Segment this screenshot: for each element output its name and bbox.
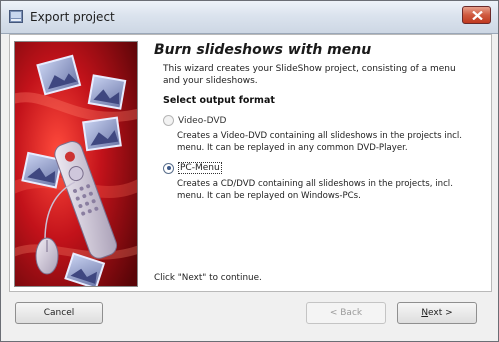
wizard-panel: Burn slideshows with menu This wizard cr… <box>9 34 492 292</box>
continue-hint: Click "Next" to continue. <box>154 273 262 283</box>
option-pc-menu[interactable]: PC-Menu <box>163 162 222 174</box>
app-icon <box>9 10 23 23</box>
next-button[interactable]: Next > <box>397 302 477 324</box>
next-label: Next > <box>421 308 452 318</box>
pc-menu-radio[interactable] <box>163 162 174 174</box>
cancel-button[interactable]: Cancel <box>15 302 103 324</box>
wizard-heading: Burn slideshows with menu <box>154 42 372 58</box>
close-button[interactable] <box>462 6 491 24</box>
close-icon <box>472 11 483 20</box>
back-button[interactable]: < Back <box>306 302 386 324</box>
video-dvd-radio[interactable] <box>163 115 174 126</box>
pc-menu-label[interactable]: PC-Menu <box>178 162 222 174</box>
export-project-dialog: Export project Burn slideshows with menu… <box>0 0 499 342</box>
window-title: Export project <box>30 10 115 24</box>
wizard-intro-text: This wizard creates your SlideShow proje… <box>163 64 456 86</box>
cancel-label: Cancel <box>43 308 75 318</box>
option-video-dvd[interactable]: Video-DVD <box>163 115 227 126</box>
back-label: < Back <box>329 308 363 318</box>
wizard-banner-image <box>14 41 138 287</box>
video-dvd-label[interactable]: Video-DVD <box>178 116 227 126</box>
video-dvd-description: Creates a Video-DVD containing all slide… <box>177 131 463 153</box>
pc-menu-description: Creates a CD/DVD containing all slidesho… <box>177 179 453 201</box>
section-title: Select output format <box>163 95 275 106</box>
next-label-rest: ext > <box>428 308 453 318</box>
title-bar[interactable]: Export project <box>1 1 498 34</box>
